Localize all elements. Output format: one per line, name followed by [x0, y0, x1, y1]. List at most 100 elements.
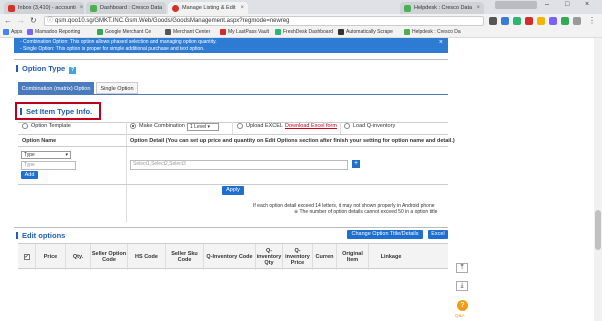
change-option-title-button[interactable]: Change Option Title/Details — [347, 230, 423, 239]
level-select[interactable]: 1 Level ▾ — [187, 123, 219, 131]
column-q-inventory-code: Q-Inventory Code — [204, 244, 256, 270]
url-field[interactable]: ⓘ qsm.qoo10.sg/GMKT.INC.Gsm.Web/Goods/Go… — [44, 16, 484, 26]
bookmark-icon — [27, 29, 33, 35]
browser-tab-dashboard[interactable]: Dashboard : Cresco Data × — [86, 2, 166, 14]
level-select-value: 1 Level — [190, 124, 207, 130]
radio-upload-excel[interactable]: Upload EXCEL Download Excel form — [237, 123, 337, 129]
extension-icon[interactable] — [561, 17, 569, 25]
browser-tab-inbox[interactable]: Inbox (3,410) - accounti × — [4, 2, 84, 14]
bookmark-label: Helpdesk : Cresco Da — [412, 29, 461, 35]
maximize-icon[interactable]: □ — [565, 1, 569, 8]
extension-icon[interactable] — [501, 17, 509, 25]
radio-dot — [22, 123, 28, 129]
radio-label: Option Template — [31, 123, 71, 129]
option-notice-banner: - Combination Option: This option allows… — [14, 38, 448, 53]
radio-load-q-inventory[interactable]: Load Q-inventory — [344, 123, 395, 129]
column-hs-code: HS Code — [128, 244, 166, 270]
option-name-input[interactable]: Type — [21, 161, 76, 170]
bookmark-label: My LastPass Vault — [228, 29, 270, 35]
collapse-up-icon[interactable]: ⤒ — [456, 263, 468, 273]
new-tab-button[interactable] — [250, 2, 258, 14]
browser-tab-helpdesk[interactable]: Helpdesk : Cresco Data × — [400, 2, 484, 14]
radio-label: Load Q-inventory — [353, 123, 396, 129]
column-q-inventory-qty: Q-inventory Qty — [256, 244, 283, 270]
close-tab-icon[interactable]: × — [236, 5, 244, 11]
bookmark-merchant-center[interactable]: Merchant Center — [165, 29, 210, 35]
select-all-checkbox[interactable]: ✓ — [23, 254, 30, 260]
extension-icon[interactable] — [537, 17, 545, 25]
apps-icon — [3, 29, 9, 35]
radio-label: Make Combination : — [139, 123, 188, 129]
option-detail-input[interactable]: Select1,Select2,Select3 — [130, 160, 348, 170]
collapse-down-icon[interactable]: ⤓ — [456, 281, 468, 291]
divider — [18, 146, 448, 147]
close-tab-icon[interactable]: × — [162, 5, 166, 11]
tab-label: Manage Listing & Edit — [182, 5, 236, 11]
extension-icon[interactable] — [573, 17, 581, 25]
divider — [14, 227, 448, 228]
bookmark-apps[interactable]: Apps — [3, 29, 22, 35]
browser-tab-manage-listing[interactable]: Manage Listing & Edit × — [168, 2, 248, 14]
profile-button[interactable] — [495, 1, 537, 9]
bookmark-helpdesk[interactable]: Helpdesk : Cresco Da — [404, 29, 461, 35]
type-select-value: Type — [24, 152, 35, 158]
url-text: qsm.qoo10.sg/GMKT.INC.Gsm.Web/Goods/Good… — [55, 18, 290, 24]
close-tab-icon[interactable]: × — [76, 5, 84, 11]
bookmark-mamadoo[interactable]: Mamadoo Reporting — [27, 29, 80, 35]
tab-single-option[interactable]: Single Option — [96, 82, 138, 94]
divider — [126, 134, 127, 222]
reload-icon[interactable]: ↻ — [30, 16, 37, 25]
menu-icon[interactable]: ⋮ — [588, 16, 596, 25]
radio-label: Upload EXCEL — [246, 123, 283, 129]
option-type-select[interactable]: Type ▾ — [21, 151, 71, 159]
page-icon — [404, 4, 411, 12]
bookmark-lastpass[interactable]: My LastPass Vault — [220, 29, 269, 35]
add-button[interactable]: Add — [21, 171, 38, 179]
close-icon[interactable]: × — [439, 39, 443, 47]
radio-make-combination[interactable]: Make Combination : — [130, 123, 188, 129]
bookmark-freshdesk[interactable]: FreshDesk Dashboard — [275, 29, 333, 35]
option-type-title: Option Type? — [16, 64, 77, 74]
column-qty: Qty. — [66, 244, 91, 270]
column-linkage: Linkage — [380, 254, 402, 260]
radio-option-template[interactable]: Option Template — [22, 123, 71, 129]
vertical-scrollbar[interactable] — [594, 38, 602, 321]
lastpass-icon[interactable] — [525, 17, 533, 25]
apply-button[interactable]: Apply — [222, 186, 244, 195]
add-detail-plus-icon[interactable]: + — [352, 160, 360, 168]
tab-underline — [18, 94, 448, 95]
bookmark-label: Apps — [11, 29, 23, 35]
bookmark-icon — [338, 29, 344, 35]
bookmark-scrape[interactable]: Automatically Scrape — [338, 29, 393, 35]
help-icon[interactable]: ? — [69, 67, 77, 74]
scrollbar-thumb[interactable] — [595, 210, 601, 250]
download-excel-link[interactable]: Download Excel form — [285, 123, 337, 129]
extension-icon[interactable] — [549, 17, 557, 25]
extension-icon[interactable] — [513, 17, 521, 25]
forward-icon[interactable]: → — [17, 16, 25, 25]
count-note: ※ The number of option details cannot ex… — [294, 209, 438, 215]
bookmark-google-merchant[interactable]: Google Merchant Ce — [97, 29, 151, 35]
bookmark-label: Google Merchant Ce — [105, 29, 152, 35]
tab-combination-option[interactable]: Combination (matrix) Option — [18, 82, 94, 94]
section-bullet — [16, 232, 18, 239]
edit-options-table-header: ✓ Price Qty. Seller Option Code HS Code … — [18, 243, 448, 270]
chevron-down-icon: ▾ — [65, 152, 68, 158]
help-question-icon[interactable]: ? — [457, 300, 468, 311]
minimize-icon[interactable]: – — [545, 1, 549, 8]
star-icon[interactable] — [489, 17, 497, 25]
back-icon[interactable]: ← — [4, 16, 12, 25]
window-close-icon[interactable]: × — [585, 1, 589, 8]
notice-line-2: - Single Option: This option is proper f… — [20, 45, 205, 52]
close-tab-icon[interactable]: × — [472, 5, 480, 11]
column-seller-sku-code: Seller Sku Code — [166, 244, 204, 270]
column-q-inventory-price: Q-inventory Price — [283, 244, 313, 270]
edit-options-label: Edit options — [22, 231, 66, 240]
excel-button[interactable]: Excel — [428, 230, 448, 239]
address-bar-row: ← → ↻ ⓘ qsm.qoo10.sg/GMKT.INC.Gsm.Web/Go… — [0, 14, 602, 28]
browser-tab-bar: Inbox (3,410) - accounti × Dashboard : C… — [0, 0, 602, 14]
highlight-box — [15, 102, 101, 120]
bookmark-icon — [165, 29, 171, 35]
column-currency: Curren — [313, 244, 337, 270]
qa-label: Q&A — [455, 313, 465, 318]
